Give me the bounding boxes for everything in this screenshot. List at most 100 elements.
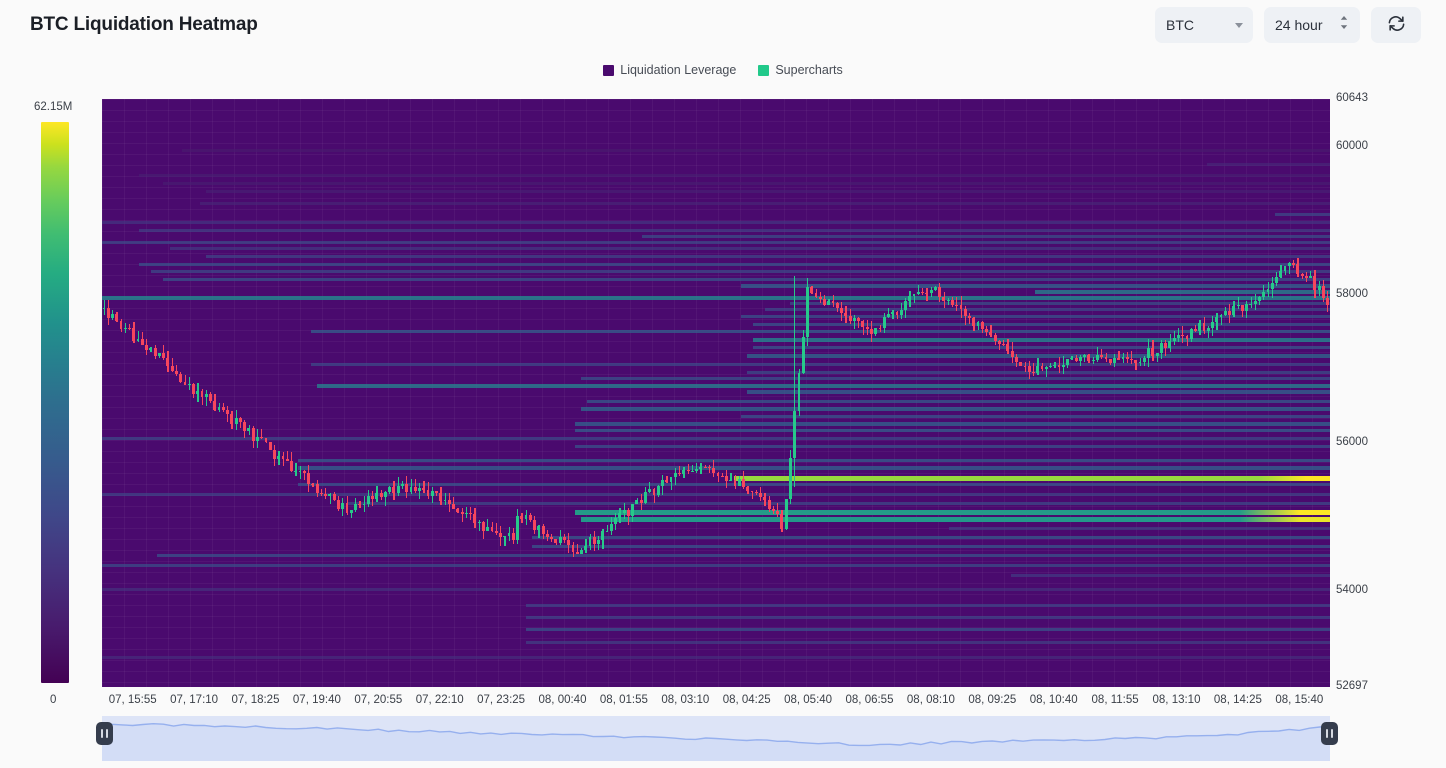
candle-wick — [687, 463, 689, 474]
candle-body — [1177, 334, 1180, 338]
candle-body — [136, 338, 140, 342]
legend-item-liquidation-leverage[interactable]: Liquidation Leverage — [603, 63, 736, 77]
symbol-select[interactable]: BTC — [1155, 7, 1253, 43]
liquidation-band — [102, 655, 1330, 659]
candle-body — [1326, 297, 1330, 305]
price-axis-tick: 54000 — [1336, 583, 1368, 596]
candle-body — [942, 296, 946, 302]
candle-body — [665, 480, 669, 483]
header-controls: BTC 24 hour — [1155, 7, 1421, 43]
stepper-icon — [1339, 15, 1349, 36]
candle-body — [959, 304, 963, 310]
candle-body — [571, 544, 575, 552]
candle-body — [827, 301, 831, 305]
liquidation-band — [102, 220, 1330, 224]
candle-body — [464, 512, 468, 514]
candle-body — [1240, 305, 1244, 312]
candle-body — [302, 470, 306, 474]
candle-body — [1014, 357, 1018, 363]
range-handle-right[interactable] — [1321, 722, 1338, 745]
candle-body — [545, 534, 549, 538]
candle-body — [814, 293, 818, 297]
candle-body — [511, 532, 515, 541]
candle-body — [392, 487, 396, 493]
candle-body — [737, 478, 741, 486]
candle-body — [1309, 276, 1313, 279]
candle-body — [985, 329, 988, 333]
candle-body — [349, 509, 353, 513]
candle-body — [661, 480, 664, 486]
candle-body — [115, 314, 119, 322]
price-axis-tick: 60000 — [1336, 139, 1368, 152]
liquidation-band — [525, 603, 1330, 607]
candle-body — [848, 316, 852, 321]
liquidation-band — [163, 277, 1330, 281]
candle-body — [375, 492, 379, 499]
liquidation-band — [138, 173, 1330, 177]
candle-body — [844, 313, 848, 317]
candle-body — [499, 532, 502, 538]
candle-body — [644, 492, 647, 504]
liquidation-band — [298, 458, 1330, 462]
liquidation-band — [752, 322, 1330, 326]
candle-body — [294, 470, 298, 473]
chart-legend: Liquidation Leverage Supercharts — [0, 63, 1446, 77]
candle-body — [554, 539, 558, 543]
candle-body — [1317, 285, 1321, 290]
heatmap-plot-area[interactable]: coinglass — [102, 99, 1330, 687]
time-axis-tick: 08, 15:40 — [1275, 694, 1324, 706]
legend-item-supercharts[interactable]: Supercharts — [758, 63, 843, 77]
candle-body — [490, 526, 494, 532]
candle-body — [806, 286, 809, 338]
symbol-select-value: BTC — [1166, 17, 1194, 33]
candle-body — [1181, 334, 1185, 337]
liquidation-band — [949, 526, 1330, 530]
time-axis-tick: 08, 13:10 — [1152, 694, 1201, 706]
candle-wick — [495, 523, 497, 536]
candle-body — [622, 510, 626, 514]
candle-body — [1211, 321, 1214, 328]
liquidation-band — [206, 190, 1330, 194]
candle-body — [742, 478, 745, 488]
range-slider[interactable] — [0, 716, 1446, 768]
candle-body — [204, 394, 208, 398]
time-axis-tick: 08, 01:55 — [599, 694, 648, 706]
liquidation-band — [102, 241, 1330, 245]
period-select[interactable]: 24 hour — [1264, 7, 1360, 43]
liquidation-band — [734, 475, 1330, 481]
liquidation-band — [1207, 162, 1330, 166]
candle-body — [993, 335, 997, 342]
candle-body — [418, 487, 421, 492]
time-axis-tick: 07, 15:55 — [108, 694, 157, 706]
candle-body — [1194, 328, 1197, 331]
candle-body — [1206, 327, 1210, 332]
candle-body — [1198, 323, 1202, 331]
candle-body — [1275, 276, 1278, 284]
candle-body — [400, 484, 404, 487]
candle-body — [170, 365, 174, 371]
refresh-button[interactable] — [1371, 7, 1421, 43]
candle-body — [716, 473, 720, 476]
candle-body — [1019, 362, 1023, 366]
range-slider-track[interactable] — [102, 716, 1330, 761]
candle-body — [405, 484, 409, 493]
candle-body — [264, 438, 268, 443]
range-handle-left[interactable] — [96, 722, 113, 745]
liquidation-band — [138, 263, 1330, 267]
candle-body — [1292, 263, 1295, 265]
candle-body — [997, 341, 1001, 344]
candle-body — [1104, 356, 1108, 360]
candle-body — [1134, 360, 1138, 363]
legend-swatch-icon — [758, 64, 770, 76]
candle-body — [563, 536, 566, 541]
candle-body — [1044, 366, 1048, 369]
candle-body — [929, 290, 933, 294]
candle-body — [550, 537, 554, 540]
candle-body — [712, 467, 716, 473]
candle-body — [209, 394, 212, 401]
candle-body — [933, 286, 937, 291]
candle-body — [852, 318, 856, 321]
candle-body — [1121, 357, 1125, 359]
candle-body — [1125, 357, 1129, 360]
candle-body — [690, 470, 694, 472]
